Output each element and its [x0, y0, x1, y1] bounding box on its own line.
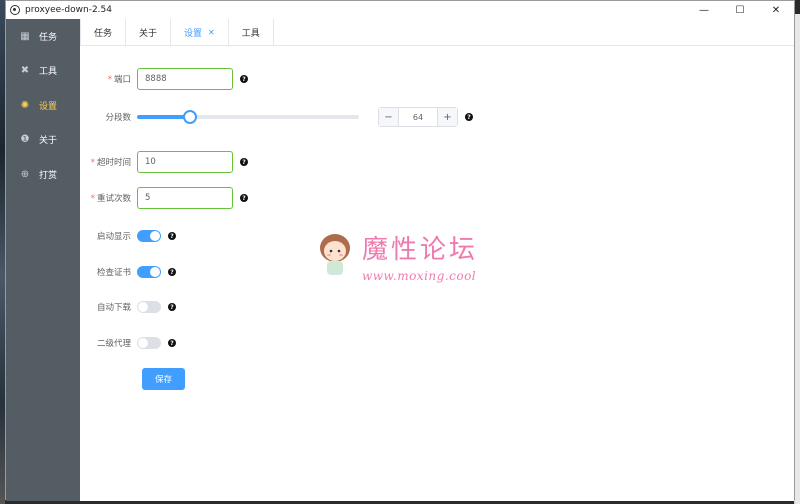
help-icon[interactable]: ?	[168, 339, 176, 347]
tab-about[interactable]: 关于	[126, 19, 172, 46]
increment-button[interactable]: +	[437, 108, 457, 126]
tab-tools[interactable]: 工具	[229, 19, 274, 46]
required-mark: *	[107, 75, 112, 85]
watermark: 魔性论坛 www.moxing.cool	[316, 229, 491, 295]
check-cert-switch[interactable]	[137, 266, 161, 278]
port-input[interactable]: 8888	[137, 68, 233, 90]
form-row-auto-download: 自动下载 ?	[80, 301, 176, 313]
form-row-timeout: * 超时时间 10 ?	[80, 151, 248, 173]
help-icon[interactable]: ?	[168, 232, 176, 240]
sidebar-item-label: 关于	[39, 136, 58, 147]
watermark-url: www.moxing.cool	[362, 269, 477, 283]
auto-download-label: 自动下载	[96, 303, 131, 313]
second-proxy-label: 二级代理	[96, 339, 131, 349]
help-icon[interactable]: ?	[465, 113, 473, 121]
tab-label: 关于	[139, 29, 158, 39]
switch-knob	[138, 338, 148, 348]
auto-download-switch[interactable]	[137, 301, 161, 313]
help-icon[interactable]: ?	[168, 268, 176, 276]
wrench-icon: ✖	[20, 65, 30, 77]
form-row-check-cert: 检查证书 ?	[80, 266, 176, 278]
slider-handle[interactable]	[183, 110, 198, 124]
sidebar-item-about[interactable]: ❶ 关于	[6, 123, 80, 158]
tab-close-icon[interactable]: ✕	[208, 28, 215, 37]
sidebar-item-label: 工具	[39, 67, 58, 78]
decrement-button[interactable]: −	[379, 108, 399, 126]
check-cert-label: 检查证书	[96, 268, 131, 278]
required-mark: *	[90, 194, 95, 204]
switch-knob	[150, 231, 160, 241]
sidebar-item-label: 任务	[39, 32, 58, 43]
titlebar[interactable]: proxyee-down-2.54 — ☐ ✕	[6, 1, 794, 19]
port-label-text: 端口	[113, 75, 131, 85]
window-title: proxyee-down-2.54	[25, 5, 112, 15]
auto-show-label: 启动显示	[96, 232, 131, 242]
timeout-label: * 超时时间	[80, 156, 137, 168]
watermark-title: 魔性论坛	[362, 235, 479, 265]
retry-label: * 重试次数	[80, 192, 137, 204]
tab-label: 设置	[184, 29, 203, 39]
plus-circle-icon: ⊕	[20, 168, 30, 180]
help-icon[interactable]: ?	[168, 303, 176, 311]
help-icon[interactable]: ?	[240, 75, 248, 83]
form-row-port: * 端口 8888 ?	[80, 68, 248, 90]
close-button[interactable]: ✕	[758, 1, 794, 19]
retry-input[interactable]: 5	[137, 187, 233, 209]
sidebar-item-label: 设置	[39, 101, 58, 112]
grid-icon: ▦	[20, 30, 30, 42]
slider-fill	[137, 115, 191, 119]
sidebar-item-label: 打赏	[39, 170, 58, 181]
help-icon[interactable]: ?	[240, 194, 248, 202]
segments-value[interactable]: 64	[399, 108, 437, 126]
help-icon[interactable]: ?	[240, 158, 248, 166]
form-row-retry: * 重试次数 5 ?	[80, 187, 248, 209]
switch-knob	[150, 267, 160, 277]
switch-knob	[138, 302, 148, 312]
sidebar: ▦ 任务 ✖ 工具 ✺ 设置 ❶ 关于 ⊕ 打赏	[6, 19, 80, 501]
segments-stepper: − 64 +	[378, 107, 458, 127]
form-row-second-proxy: 二级代理 ?	[80, 337, 176, 349]
port-label: * 端口	[80, 73, 137, 85]
tab-settings[interactable]: 设置 ✕	[171, 19, 229, 47]
info-icon: ❶	[20, 134, 30, 146]
app-window: proxyee-down-2.54 — ☐ ✕ ▦ 任务 ✖ 工具 ✺ 设置 ❶…	[5, 0, 795, 501]
tab-label: 工具	[241, 29, 260, 39]
form-row-auto-show: 启动显示 ?	[80, 230, 176, 242]
watermark-mascot-icon	[320, 234, 350, 275]
gear-icon: ✺	[20, 99, 30, 111]
main-content: 任务 关于 设置 ✕ 工具 * 端口 8888 ? 分段数 − 64 + ? *…	[80, 19, 794, 501]
segments-slider[interactable]	[137, 110, 359, 124]
window-controls: — ☐ ✕	[686, 1, 794, 19]
save-button[interactable]: 保存	[142, 368, 185, 390]
second-proxy-switch[interactable]	[137, 337, 161, 349]
retry-label-text: 重试次数	[96, 194, 131, 204]
form-row-segments: 分段数 − 64 + ?	[80, 107, 473, 127]
tab-bar: 任务 关于 设置 ✕ 工具	[80, 19, 794, 47]
tab-label: 任务	[94, 29, 113, 39]
tab-tasks[interactable]: 任务	[80, 19, 127, 46]
sidebar-item-tools[interactable]: ✖ 工具	[6, 54, 80, 89]
segments-label: 分段数	[105, 113, 131, 123]
sidebar-item-settings[interactable]: ✺ 设置	[6, 88, 80, 123]
required-mark: *	[90, 158, 95, 168]
timeout-label-text: 超时时间	[96, 158, 131, 168]
minimize-button[interactable]: —	[686, 1, 722, 19]
maximize-button[interactable]: ☐	[722, 1, 758, 19]
sidebar-item-donate[interactable]: ⊕ 打赏	[6, 157, 80, 192]
timeout-input[interactable]: 10	[137, 151, 233, 173]
app-icon	[10, 5, 20, 15]
auto-show-switch[interactable]	[137, 230, 161, 242]
sidebar-item-tasks[interactable]: ▦ 任务	[6, 19, 80, 54]
